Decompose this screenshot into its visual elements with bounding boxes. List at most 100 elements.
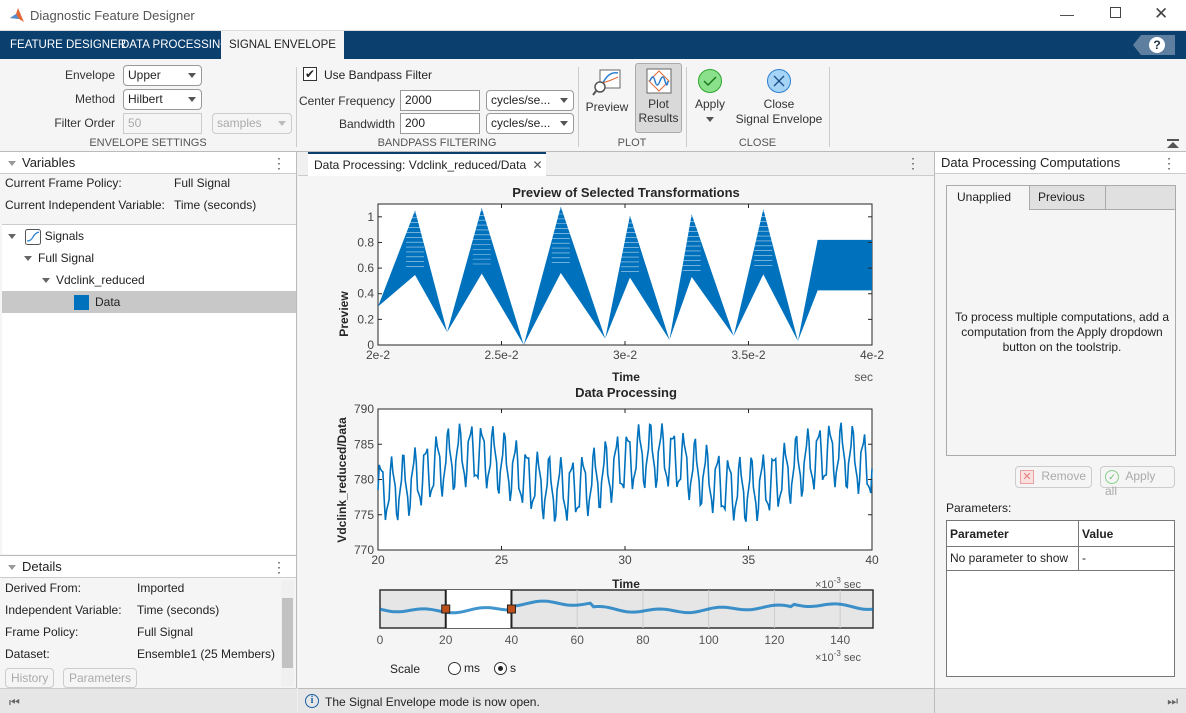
table-row[interactable]: No parameter to show - [947, 547, 1174, 571]
history-button[interactable]: History [5, 668, 55, 688]
parameters-label: Parameters: [946, 501, 1012, 515]
bandwidth-label: Bandwidth [338, 117, 395, 131]
close-label-2: Signal Envelope [735, 112, 823, 126]
toolstrip: Envelope Upper Method Hilbert Filter Ord… [0, 59, 1186, 152]
y-tick-label: 0.8 [357, 235, 374, 249]
preview-button[interactable]: Preview [584, 63, 630, 133]
filter-order-unit-value: samples [217, 116, 262, 130]
derived-from-value: Imported [137, 581, 185, 595]
apply-button[interactable]: Apply [691, 63, 729, 133]
apply-all-button[interactable]: ✓ Apply all [1100, 466, 1175, 498]
center-frequency-label: Center Frequency [298, 94, 395, 108]
filter-order-unit-dropdown[interactable]: samples [212, 113, 292, 134]
help-button[interactable]: ? [1133, 35, 1175, 55]
bandwidth-field[interactable]: 200 [400, 113, 480, 134]
preview-icon [592, 69, 621, 96]
plot-group-label: PLOT [617, 137, 647, 149]
derived-from-label: Derived From: [5, 581, 82, 595]
collapse-icon[interactable] [8, 565, 16, 571]
minimize-button[interactable]: — [1060, 6, 1074, 22]
scale-s-radio[interactable] [494, 662, 507, 675]
separator [578, 67, 579, 147]
expand-icon[interactable] [42, 278, 50, 284]
close-window-button[interactable]: ✕ [1154, 4, 1168, 24]
method-dropdown[interactable]: Hilbert [123, 89, 202, 110]
x-tick-label: 0 [377, 633, 384, 647]
document-area: Data Processing: Vdclink_reduced/Data ✕ … [298, 152, 934, 688]
remove-icon: ✕ [1020, 469, 1034, 484]
selection-left-handle[interactable] [441, 604, 451, 614]
center-frequency-unit-dropdown[interactable]: cycles/se... [486, 90, 574, 111]
tree-label: Signals [44, 229, 85, 243]
y-tick-label: 785 [354, 437, 374, 451]
y-tick-label: 1 [367, 210, 374, 224]
tree-node-signals[interactable]: Signals [2, 225, 296, 247]
bandwidth-unit-dropdown[interactable]: cycles/se... [486, 113, 574, 134]
maximize-button[interactable] [1110, 7, 1121, 18]
y-tick-label: 770 [354, 543, 374, 557]
more-options-icon[interactable]: ⋮ [1162, 152, 1176, 174]
scale-s-label: s [510, 661, 516, 675]
independent-variable-value: Time (seconds) [137, 603, 220, 617]
header-value: Value [1082, 527, 1114, 541]
close-signal-envelope-button[interactable]: Close Signal Envelope [735, 63, 823, 133]
collapse-right-icon[interactable]: ⏭ [1167, 694, 1178, 709]
expand-icon[interactable] [24, 256, 32, 262]
use-bandpass-checkbox[interactable]: ✔ [303, 67, 317, 81]
envelope-label: Envelope [64, 68, 115, 82]
y-tick-label: 780 [354, 473, 374, 487]
x-tick-label: 20 [439, 633, 453, 647]
envelope-settings-group-label: ENVELOPE SETTINGS [89, 137, 207, 149]
collapse-toolstrip-button[interactable] [1167, 139, 1179, 149]
center-frequency-field[interactable]: 2000 [400, 90, 480, 111]
remove-label: Remove [1041, 469, 1087, 483]
preview-label: Preview [585, 100, 629, 114]
expand-icon[interactable] [8, 234, 16, 240]
remove-button[interactable]: ✕ Remove [1015, 466, 1092, 488]
x-tick-label: 3.5e-2 [731, 348, 765, 362]
envelope-dropdown[interactable]: Upper [123, 65, 202, 86]
more-options-icon[interactable]: ⋮ [272, 556, 286, 578]
close-label-1: Close [763, 97, 795, 111]
document-tab[interactable]: Data Processing: Vdclink_reduced/Data ✕ [308, 152, 546, 176]
tab-data-processing[interactable]: DATA PROCESSING [113, 31, 237, 59]
info-icon: i [305, 694, 319, 708]
variables-title: Variables [22, 155, 76, 170]
details-header: Details ⋮ [0, 556, 296, 578]
plot-results-button[interactable]: Plot Results [635, 63, 682, 133]
dataset-label: Dataset: [5, 647, 50, 661]
y-tick-label: 0 [367, 338, 374, 352]
tab-previous[interactable]: Previous [1030, 186, 1106, 210]
details-scrollbar[interactable] [281, 580, 294, 686]
tree-node-data[interactable]: Data [2, 291, 296, 313]
chevron-down-icon [560, 121, 568, 126]
parameters-button[interactable]: Parameters [63, 668, 138, 688]
center-frequency-unit-value: cycles/se... [491, 93, 551, 107]
more-options-icon[interactable]: ⋮ [272, 152, 286, 174]
scale-ms-radio[interactable] [448, 662, 461, 675]
computations-panel: Data Processing Computations ⋮ Unapplied… [934, 152, 1186, 688]
filter-order-field[interactable]: 50 [123, 113, 202, 134]
x-tick-label: 80 [636, 633, 650, 647]
more-options-icon[interactable]: ⋮ [906, 155, 920, 172]
bandpass-group-label: BANDPASS FILTERING [377, 137, 497, 149]
cell-parameter: No parameter to show [947, 547, 1079, 570]
x-tick-label: 140 [830, 633, 850, 647]
tab-signal-envelope[interactable]: SIGNAL ENVELOPE [221, 31, 344, 59]
collapse-left-icon[interactable]: ⏮ [9, 695, 20, 710]
check-icon [698, 69, 722, 93]
chart2-xunit: ×10-3 sec [815, 576, 861, 591]
x-tick-label: 60 [571, 633, 585, 647]
collapse-icon[interactable] [8, 161, 16, 167]
close-tab-icon[interactable]: ✕ [532, 158, 542, 172]
selection-right-handle[interactable] [506, 604, 516, 614]
tree-node-vdclink-reduced[interactable]: Vdclink_reduced [2, 269, 296, 291]
apply-dropdown-icon[interactable] [706, 117, 714, 122]
tree-node-full-signal[interactable]: Full Signal [2, 247, 296, 269]
tab-unapplied[interactable]: Unapplied [947, 186, 1030, 210]
details-title: Details [22, 559, 62, 574]
chart1-xunit: sec [854, 370, 873, 384]
scrollbar-thumb[interactable] [282, 598, 293, 668]
help-icon: ? [1149, 37, 1165, 53]
x-tick-label: 35 [742, 553, 756, 567]
